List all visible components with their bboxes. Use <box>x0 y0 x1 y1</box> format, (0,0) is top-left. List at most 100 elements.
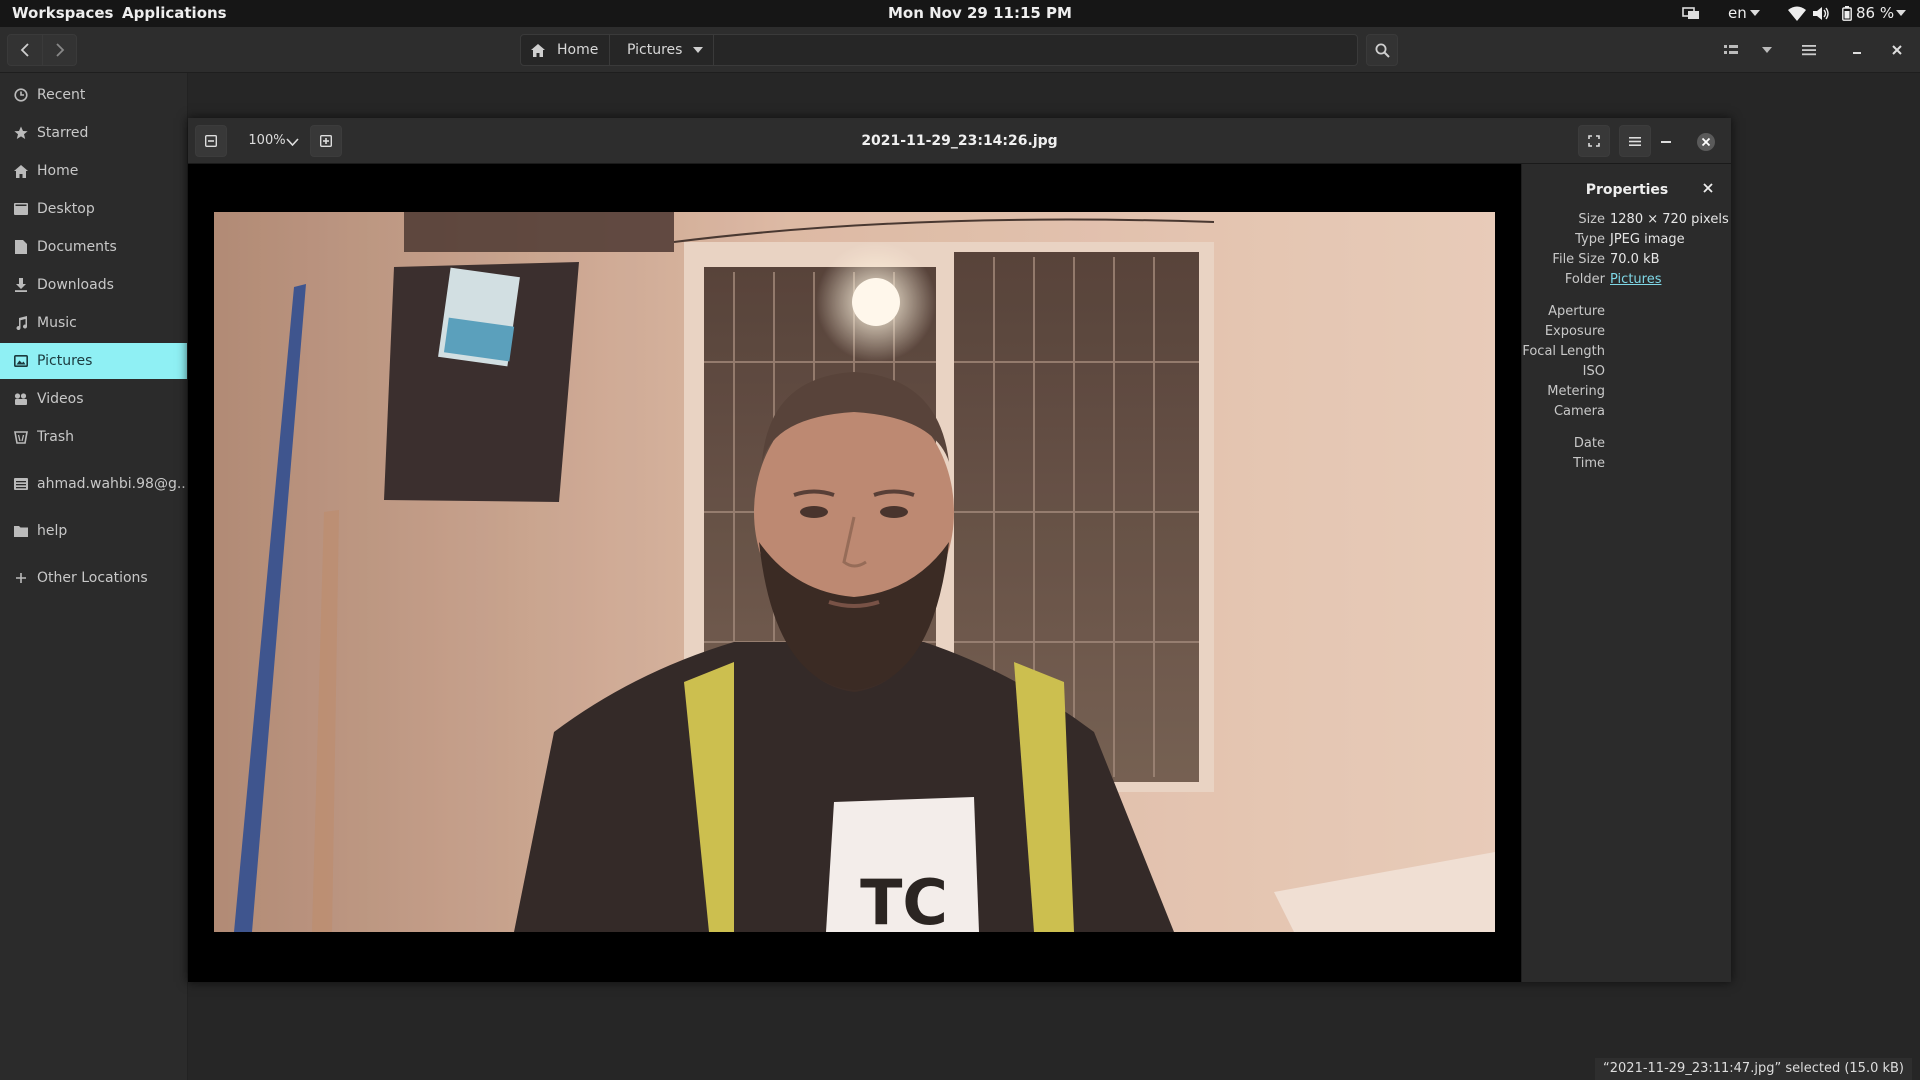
sidebar-item-help[interactable]: help <box>0 513 187 549</box>
applications-menu[interactable]: Applications <box>122 0 227 27</box>
drive-icon <box>14 477 28 491</box>
battery-icon[interactable] <box>1842 6 1852 21</box>
property-value: 70.0 kB <box>1610 252 1660 267</box>
volume-icon[interactable] <box>1812 6 1830 21</box>
sidebar-item-trash[interactable]: Trash <box>0 419 187 455</box>
clock-icon <box>14 88 28 102</box>
plus-icon <box>14 571 28 585</box>
properties-title: Properties <box>1585 182 1669 198</box>
file-manager-headerbar: Home Pictures <box>0 27 1920 73</box>
path-bar[interactable]: Home Pictures <box>520 34 1358 66</box>
sidebar-item-recent[interactable]: Recent <box>0 77 187 113</box>
path-dropdown-icon[interactable] <box>693 47 703 53</box>
video-icon <box>14 392 28 406</box>
path-segment-pictures[interactable]: Pictures <box>627 35 682 65</box>
property-metering: Metering <box>1522 384 1732 404</box>
sidebar-item-pictures[interactable]: Pictures <box>0 343 187 379</box>
zoom-out-button[interactable] <box>195 125 227 157</box>
hamburger-menu-icon <box>1802 45 1816 56</box>
zoom-out-icon <box>205 135 217 147</box>
image-viewer-headerbar: 100% 2021-11-29_23:14:26.jpg <box>188 118 1731 164</box>
property-label: Size <box>1578 212 1605 227</box>
sidebar-item-label: Starred <box>37 125 89 141</box>
search-button[interactable] <box>1366 34 1398 66</box>
property-folder: Folder Pictures <box>1522 272 1732 292</box>
sidebar-item-label: Other Locations <box>37 570 148 586</box>
hamburger-menu-icon <box>1629 136 1641 146</box>
back-button[interactable] <box>8 35 42 65</box>
property-label: Time <box>1573 456 1605 471</box>
sidebar-item-desktop[interactable]: Desktop <box>0 191 187 227</box>
property-label: Aperture <box>1548 304 1605 319</box>
list-view-button[interactable] <box>1714 34 1748 66</box>
minimize-window-button[interactable] <box>1840 34 1874 66</box>
sidebar-item-network-drive[interactable]: ahmad.wahbi.98@g... <box>0 466 187 502</box>
sidebar-item-label: Music <box>37 315 77 331</box>
close-viewer-button[interactable] <box>1696 132 1716 152</box>
minimize-viewer-button[interactable] <box>1661 141 1671 144</box>
view-options-dropdown[interactable] <box>1750 34 1784 66</box>
property-label: ISO <box>1582 364 1605 379</box>
zoom-dropdown-icon[interactable] <box>286 138 299 146</box>
network-transfer-icon[interactable] <box>1682 5 1700 21</box>
property-label: File Size <box>1552 252 1605 267</box>
property-camera: Camera <box>1522 404 1732 424</box>
sidebar-item-documents[interactable]: Documents <box>0 229 187 265</box>
fullscreen-button[interactable] <box>1578 125 1610 157</box>
desktop-icon <box>14 202 28 216</box>
sidebar-item-label: Pictures <box>37 353 93 369</box>
property-size: Size 1280 × 720 pixels <box>1522 212 1732 232</box>
wifi-icon[interactable] <box>1788 6 1806 21</box>
path-segment-home[interactable]: Home <box>557 35 598 65</box>
selection-status: “2021-11-29_23:11:47.jpg” selected (15.0… <box>1595 1058 1912 1080</box>
image-viewer-window: 100% 2021-11-29_23:14:26.jpg TC Properti… <box>188 118 1731 982</box>
sidebar-item-downloads[interactable]: Downloads <box>0 267 187 303</box>
battery-percent[interactable]: 86 % <box>1856 0 1894 27</box>
property-label: Exposure <box>1544 324 1605 339</box>
sidebar-item-home[interactable]: Home <box>0 153 187 189</box>
chevron-left-icon <box>20 43 29 57</box>
property-file-size: File Size 70.0 kB <box>1522 252 1732 272</box>
fullscreen-icon <box>1588 135 1600 147</box>
forward-button[interactable] <box>43 35 77 65</box>
minimize-icon <box>1853 52 1861 54</box>
clock[interactable]: Mon Nov 29 11:15 PM <box>888 0 1072 27</box>
trash-icon <box>14 430 28 444</box>
language-indicator[interactable]: en <box>1728 0 1747 27</box>
top-panel: Workspaces Applications Mon Nov 29 11:15… <box>0 0 1920 27</box>
property-label: Camera <box>1553 404 1605 419</box>
property-label: Metering <box>1547 384 1605 399</box>
property-label: Focal Length <box>1522 344 1605 359</box>
viewer-menu-button[interactable] <box>1619 125 1651 157</box>
property-date: Date <box>1522 436 1732 456</box>
main-menu-button[interactable] <box>1792 34 1826 66</box>
close-window-button[interactable] <box>1880 34 1914 66</box>
sidebar-item-label: Desktop <box>37 201 95 217</box>
image-canvas[interactable]: TC <box>188 164 1521 982</box>
folder-link[interactable]: Pictures <box>1610 272 1661 287</box>
property-value: 1280 × 720 pixels <box>1610 212 1729 227</box>
music-icon <box>14 316 28 330</box>
sidebar-item-label: ahmad.wahbi.98@g... <box>37 476 187 492</box>
places-sidebar: Recent Starred Home Desktop Documents Do… <box>0 73 188 1080</box>
property-value: JPEG image <box>1610 232 1685 247</box>
star-icon <box>14 126 28 140</box>
property-exposure: Exposure <box>1522 324 1732 344</box>
sidebar-item-label: Videos <box>37 391 84 407</box>
property-iso: ISO <box>1522 364 1732 384</box>
search-icon <box>1375 43 1390 58</box>
sidebar-item-starred[interactable]: Starred <box>0 115 187 151</box>
sidebar-item-music[interactable]: Music <box>0 305 187 341</box>
system-menu-dropdown-icon[interactable] <box>1896 10 1906 16</box>
sidebar-item-label: Home <box>37 163 79 179</box>
zoom-in-button[interactable] <box>310 125 342 157</box>
sidebar-item-label: Recent <box>37 87 86 103</box>
workspaces-menu[interactable]: Workspaces <box>12 0 113 27</box>
sidebar-item-videos[interactable]: Videos <box>0 381 187 417</box>
chevron-down-icon <box>1762 47 1772 53</box>
language-dropdown-icon <box>1750 10 1760 16</box>
sidebar-item-other-locations[interactable]: Other Locations <box>0 560 187 596</box>
image-viewer-title: 2021-11-29_23:14:26.jpg <box>861 133 1058 149</box>
close-properties-button[interactable] <box>1702 182 1716 196</box>
home-icon <box>531 44 545 58</box>
